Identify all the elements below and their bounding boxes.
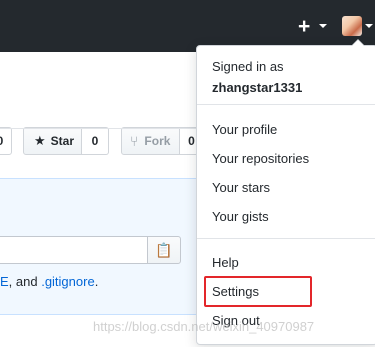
license-link[interactable]: E xyxy=(0,274,9,289)
watermark-text: https://blog.csdn.net/weixin_40970987 xyxy=(93,319,315,334)
menu-divider xyxy=(197,104,375,105)
menu-item-your-repositories[interactable]: Your repositories xyxy=(212,151,309,166)
menu-item-help[interactable]: Help xyxy=(212,255,239,270)
clone-url-input[interactable] xyxy=(0,236,148,264)
hint-middle: , and xyxy=(8,274,42,289)
star-icon: ★ xyxy=(34,133,46,148)
plus-icon: + xyxy=(298,14,311,38)
hint-suffix: . xyxy=(94,274,99,289)
star-button[interactable]: ★ Star xyxy=(23,127,82,155)
create-new-button[interactable]: + xyxy=(298,15,330,37)
star-count[interactable]: 0 xyxy=(82,127,109,155)
username: zhangstar1331 xyxy=(212,80,303,95)
setup-hint-text: E, and .gitignore. xyxy=(0,274,98,289)
fork-label: Fork xyxy=(144,134,171,148)
chevron-down-icon xyxy=(365,24,373,28)
signed-in-label: Signed in as xyxy=(212,59,284,74)
chevron-down-icon xyxy=(319,24,327,28)
fork-icon: ⑂ xyxy=(130,133,139,149)
clipboard-icon: 📋 xyxy=(155,241,173,258)
watch-count[interactable]: 0 xyxy=(0,127,12,155)
menu-item-your-profile[interactable]: Your profile xyxy=(212,122,277,137)
menu-divider xyxy=(197,238,375,239)
settings-highlight-box xyxy=(204,276,312,307)
fork-button[interactable]: ⑂ Fork xyxy=(121,127,180,155)
menu-item-your-gists[interactable]: Your gists xyxy=(212,209,269,224)
menu-item-your-stars[interactable]: Your stars xyxy=(212,180,270,195)
star-label: Star xyxy=(50,134,74,148)
copy-to-clipboard-button[interactable]: 📋 xyxy=(147,236,181,264)
gitignore-link[interactable]: .gitignore xyxy=(41,274,94,289)
